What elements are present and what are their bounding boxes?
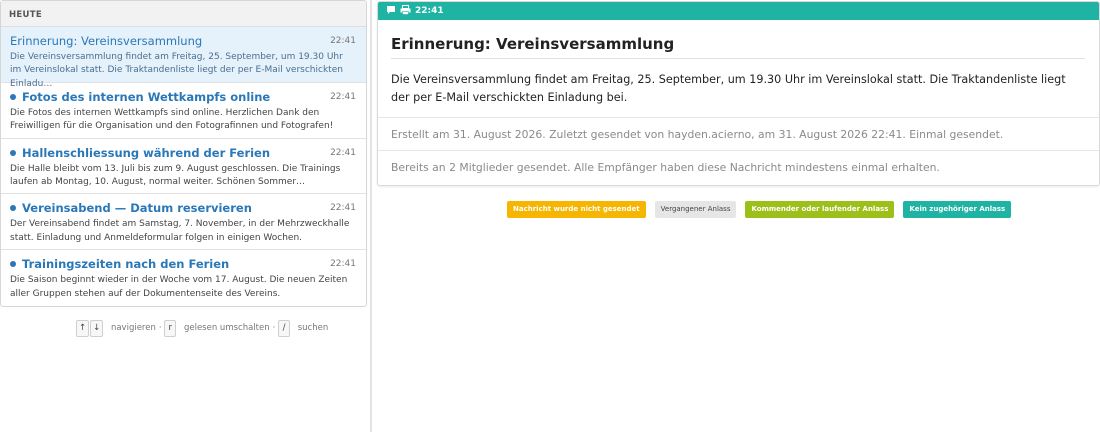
- hint-toggle-read: gelesen umschalten: [183, 323, 270, 333]
- key-down: ↓: [90, 320, 104, 337]
- legend-upcoming-badge: Kommender oder laufender Anlass: [745, 201, 895, 218]
- message-icon[interactable]: [386, 5, 396, 15]
- message-list-pane: HEUTE Erinnerung: Vereinsversammlung 22:…: [0, 0, 368, 432]
- detail-meta: Erstellt am 31. August 2026. Zuletzt ges…: [378, 118, 1099, 151]
- list-item[interactable]: Erinnerung: Vereinsversammlung 22:41 Die…: [1, 27, 366, 89]
- detail-toolbar: 22:41: [378, 2, 1099, 20]
- list-item-title: Trainingszeiten nach den Ferien: [22, 257, 230, 272]
- detail-recipients: Bereits an 2 Mitglieder gesendet. Alle E…: [391, 161, 940, 174]
- print-icon[interactable]: [400, 5, 411, 15]
- list-item-title: Fotos des internen Wettkampfs online: [22, 89, 271, 104]
- list-item[interactable]: Hallenschliessung während der Ferien 22:…: [1, 139, 366, 195]
- legend-not-sent-badge: Nachricht wurde nicht gesendet: [507, 201, 646, 218]
- detail-title: Erinnerung: Vereinsversammlung: [391, 35, 1085, 59]
- hint-separator: ·: [158, 323, 162, 333]
- list-item[interactable]: Trainingszeiten nach den Ferien 22:41 Di…: [1, 250, 366, 306]
- list-item-title: Vereinsabend — Datum reservieren: [22, 201, 252, 216]
- list-item-preview: Die Halle bleibt vom 13. Juli bis zum 9.…: [10, 163, 341, 187]
- list-item-time: 22:41: [330, 91, 356, 102]
- list-item-time: 22:41: [330, 259, 356, 270]
- list-item-time: 22:41: [330, 147, 356, 158]
- unread-dot-icon: [10, 93, 16, 100]
- unread-dot-icon: [10, 149, 16, 156]
- detail-body: Die Vereinsversammlung findet am Freitag…: [378, 59, 1099, 118]
- list-item-preview: Der Vereinsabend findet am Samstag, 7. N…: [10, 219, 350, 243]
- hint-separator: ·: [272, 323, 276, 333]
- unread-dot-icon: [10, 261, 16, 268]
- message-detail: 22:41 Erinnerung: Vereinsversammlung Die…: [377, 1, 1100, 186]
- list-group-header: HEUTE: [1, 1, 366, 27]
- list-item-time: 22:41: [330, 36, 356, 46]
- legend-past-badge: Vergangener Anlass: [654, 201, 737, 218]
- list-item-time: 22:41: [330, 203, 356, 214]
- list-item-preview: Die Saison beginnt wieder in der Woche v…: [10, 275, 348, 299]
- keyboard-hints: ↑ ↓ navigieren · r gelesen umschalten · / s…: [76, 320, 331, 337]
- message-list: HEUTE Erinnerung: Vereinsversammlung 22:…: [0, 0, 367, 307]
- hint-search: suchen: [297, 323, 329, 333]
- list-item-title: Erinnerung: Vereinsversammlung: [10, 34, 203, 48]
- hint-navigate: navigieren: [110, 323, 156, 333]
- key-slash: /: [278, 320, 291, 337]
- key-up: ↑: [76, 320, 90, 337]
- key-r: r: [164, 320, 177, 337]
- list-item-title: Hallenschliessung während der Ferien: [22, 145, 271, 160]
- unread-dot-icon: [10, 205, 16, 212]
- legend-none-badge: Kein zugehöriger Anlass: [903, 201, 1012, 218]
- pane-divider[interactable]: [370, 0, 372, 432]
- status-legend: Nachricht wurde nicht gesendet Vergangene…: [507, 196, 1020, 218]
- list-item[interactable]: Fotos des internen Wettkampfs online 22:…: [1, 83, 366, 139]
- detail-time: 22:41: [415, 6, 444, 16]
- list-item-preview: Die Fotos des internen Wettkampfs sind o…: [10, 107, 334, 132]
- list-item[interactable]: Vereinsabend — Datum reservieren 22:41 D…: [1, 194, 366, 251]
